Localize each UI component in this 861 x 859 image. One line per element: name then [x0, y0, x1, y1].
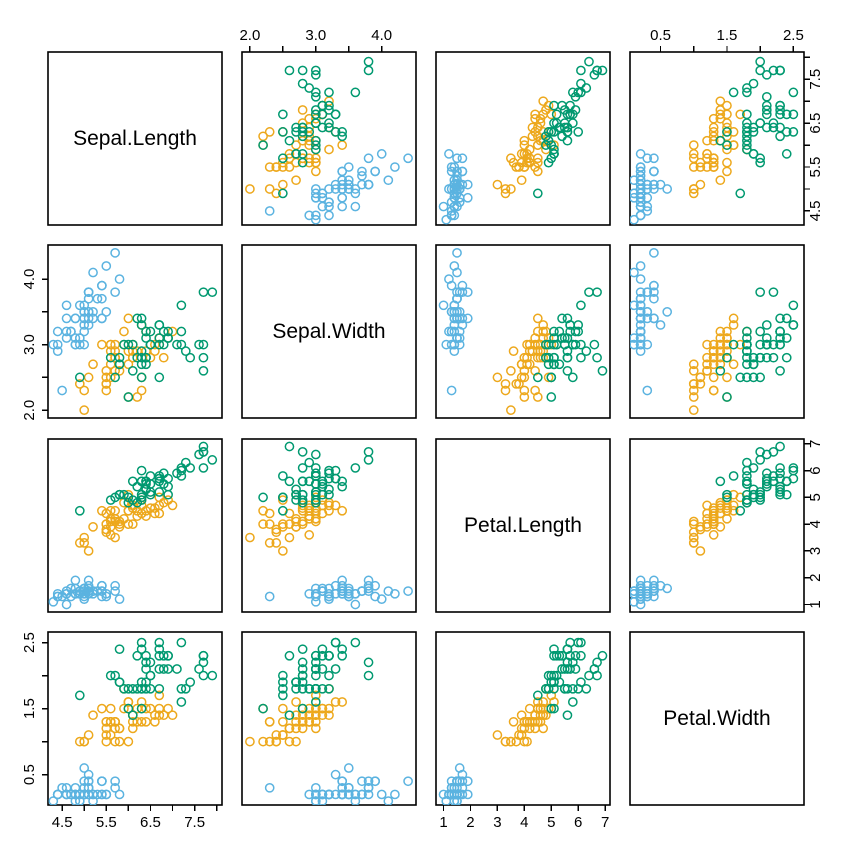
tick-label-bottom-2: 4: [520, 814, 528, 831]
tick-label-top-1: 2.0: [239, 27, 260, 44]
tick-label-bottom-0: 4.5: [52, 814, 73, 831]
tick-label-bottom-2: 5: [547, 814, 555, 831]
tick-label-bottom-0: 5.5: [96, 814, 117, 831]
tick-label-bottom-2: 2: [466, 814, 474, 831]
tick-label-right-2: 1: [807, 600, 824, 608]
tick-label-right-0: 6.5: [807, 113, 824, 134]
tick-label-left-1: 4.0: [21, 269, 38, 290]
tick-label-left-1: 2.0: [21, 400, 38, 421]
tick-label-bottom-2: 6: [574, 814, 582, 831]
tick-label-right-0: 4.5: [807, 201, 824, 222]
tick-label-left-3: 1.5: [21, 698, 38, 719]
tick-label-left-3: 2.5: [21, 632, 38, 653]
tick-label-top-1: 3.0: [305, 27, 326, 44]
tick-label-top-3: 0.5: [650, 27, 671, 44]
tick-label-right-0: 5.5: [807, 157, 824, 178]
tick-label-right-2: 3: [807, 547, 824, 555]
tick-label-bottom-2: 1: [439, 814, 447, 831]
tick-label-top-3: 2.5: [783, 27, 804, 44]
diagonal-label-0: Sepal.Length: [73, 127, 197, 150]
tick-label-right-2: 7: [807, 440, 824, 448]
panel-1-2: [435, 244, 611, 419]
diagonal-label-3: Petal.Width: [663, 707, 770, 730]
tick-label-bottom-0: 6.5: [140, 814, 161, 831]
tick-label-top-3: 1.5: [717, 27, 738, 44]
tick-label-right-2: 6: [807, 466, 824, 474]
tick-label-bottom-2: 7: [601, 814, 609, 831]
tick-label-bottom-0: 7.5: [184, 814, 205, 831]
diagonal-label-2: Petal.Length: [464, 514, 582, 537]
panel-0-1: [241, 51, 417, 226]
tick-label-right-0: 7.5: [807, 69, 824, 90]
panel-1-0: [47, 244, 223, 419]
panel-2-1: [241, 438, 417, 613]
tick-label-right-2: 2: [807, 574, 824, 582]
tick-label-left-1: 3.0: [21, 334, 38, 355]
tick-label-right-2: 4: [807, 520, 824, 528]
tick-label-top-1: 4.0: [371, 27, 392, 44]
tick-label-bottom-2: 3: [493, 814, 501, 831]
tick-label-left-3: 0.5: [21, 764, 38, 785]
tick-label-right-2: 5: [807, 493, 824, 501]
scatterplot-matrix: 2.0 3.0 4.0 0.5 1.5 2.5 4.5 5.5 6.5 7.5 1 2 3 4 5 6 7 2.0…: [0, 0, 861, 859]
pairs-plot-root: 2.0 3.0 4.0 0.5 1.5 2.5 4.5 5.5 6.5 7.5 1 2 3 4 5 6 7 2.0…: [0, 0, 861, 859]
diagonal-label-1: Sepal.Width: [272, 320, 385, 343]
